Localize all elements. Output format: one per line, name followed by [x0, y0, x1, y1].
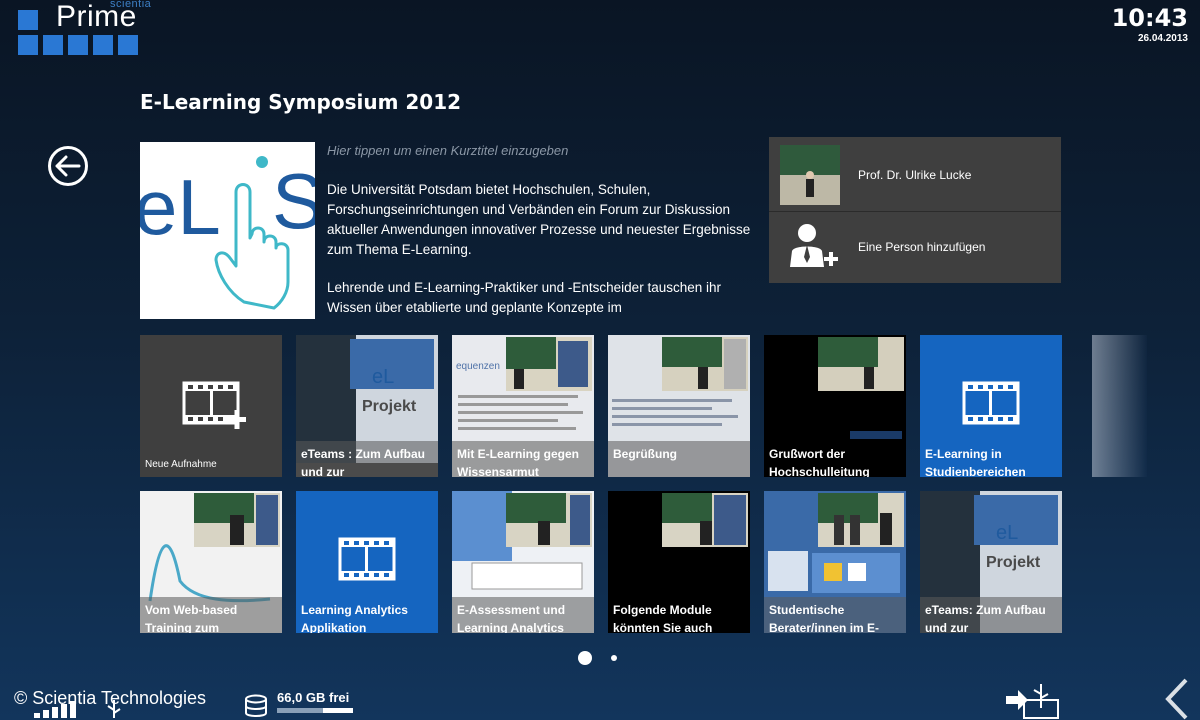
description-paragraph: Die Universität Potsdam bietet Hochschul…	[327, 182, 751, 257]
add-person-icon	[790, 224, 838, 267]
tile-caption: E-Learning in Studienbereichen	[925, 447, 1026, 477]
chevron-left-icon[interactable]	[1164, 678, 1190, 720]
usb-transfer-icon[interactable]	[1004, 682, 1060, 720]
video-tile[interactable]: Vom Web-based Training zum	[140, 491, 282, 633]
clock-time: 10:43	[1111, 4, 1188, 32]
logo-square	[18, 35, 38, 55]
elis-logo: eL S	[140, 156, 315, 310]
page-indicator[interactable]	[577, 650, 627, 671]
copyright-text: © Scientia Technologies	[14, 688, 207, 708]
video-tile[interactable]: eL Projekt eTeams : Zum Aufbau und zur	[296, 335, 438, 477]
logo-square	[18, 10, 38, 30]
tile-caption: Vom Web-based Training zum	[140, 597, 282, 633]
svg-text:S: S	[272, 157, 315, 245]
video-tile[interactable]: Begrüßung	[608, 335, 750, 477]
logo-square	[93, 35, 113, 55]
tile-caption: eTeams: Zum Aufbau und zur	[920, 597, 1062, 633]
short-title-hint[interactable]: Hier tippen um einen Kurztitel einzugebe…	[327, 143, 568, 158]
tile-caption: Folgende Module könnten Sie auch	[613, 603, 713, 633]
add-person-button[interactable]: Eine Person hinzufügen	[769, 211, 1061, 283]
tile-caption: eTeams : Zum Aufbau und zur	[296, 441, 438, 477]
storage-free-text: 66,0 GB frei	[277, 690, 350, 705]
tile-caption: Learning Analytics Applikation	[301, 603, 408, 633]
svg-text:eL: eL	[996, 522, 1018, 544]
logo-square	[68, 35, 88, 55]
tile-caption: Begrüßung	[608, 441, 750, 477]
film-icon	[962, 381, 1020, 425]
svg-text:Projekt: Projekt	[986, 554, 1041, 571]
page-dot-active[interactable]	[578, 651, 592, 665]
person-thumbnail	[780, 145, 840, 205]
tile-caption: Grußwort der Hochschulleitung	[769, 447, 870, 477]
tile-caption: Mit E-Learning gegen Wissensarmut	[452, 441, 594, 477]
logo-title: Prime	[56, 0, 137, 33]
video-tile[interactable]: Studentische Berater/innen im E-	[764, 491, 906, 633]
video-tile[interactable]: Folgende Module könnten Sie auch	[608, 491, 750, 633]
svg-text:eL: eL	[140, 163, 221, 251]
svg-text:equenzen: equenzen	[456, 361, 500, 372]
svg-text:Projekt: Projekt	[362, 398, 417, 415]
person-item[interactable]: Prof. Dr. Ulrike Lucke	[769, 139, 1061, 211]
app-logo: scientia Prime	[18, 0, 151, 60]
back-button[interactable]	[48, 146, 88, 186]
video-tile[interactable]: equenzen Mit E-Learning gegen Wissensarm…	[452, 335, 594, 477]
film-add-icon	[182, 381, 246, 429]
event-cover-image[interactable]: eL S	[140, 142, 315, 319]
video-tile[interactable]: eL Projekt eTeams: Zum Aufbau und zur	[920, 491, 1062, 633]
faded-next-tile[interactable]	[1092, 335, 1147, 477]
tile-caption: Studentische Berater/innen im E-	[764, 597, 906, 633]
film-tile[interactable]: Learning Analytics Applikation	[296, 491, 438, 633]
tile-caption: Neue Aufnahme	[145, 459, 217, 470]
page-title: E-Learning Symposium 2012	[140, 90, 462, 114]
storage-bar	[277, 708, 353, 713]
new-recording-tile[interactable]: Neue Aufnahme	[140, 335, 282, 477]
tile-caption: E-Assessment und Learning Analytics	[452, 597, 594, 633]
page-dot[interactable]	[611, 655, 617, 661]
svg-text:eL: eL	[372, 366, 394, 388]
clock-date: 26.04.2013	[1137, 33, 1188, 44]
person-name: Prof. Dr. Ulrike Lucke	[858, 168, 972, 182]
storage-icon	[245, 694, 267, 717]
video-tile[interactable]: Grußwort der Hochschulleitung	[764, 335, 906, 477]
arrow-left-icon	[55, 155, 81, 177]
description-paragraph: Lehrende und E-Learning-Praktiker und -E…	[327, 280, 721, 315]
event-description[interactable]: Die Universität Potsdam bietet Hochschul…	[327, 180, 767, 328]
persons-panel: Prof. Dr. Ulrike Lucke Eine Person hinzu…	[769, 137, 1061, 283]
logo-square	[118, 35, 138, 55]
logo-square	[43, 35, 63, 55]
film-icon	[338, 537, 396, 581]
video-tile[interactable]: E-Assessment und Learning Analytics	[452, 491, 594, 633]
film-tile[interactable]: E-Learning in Studienbereichen	[920, 335, 1062, 477]
add-person-label: Eine Person hinzufügen	[858, 240, 986, 254]
